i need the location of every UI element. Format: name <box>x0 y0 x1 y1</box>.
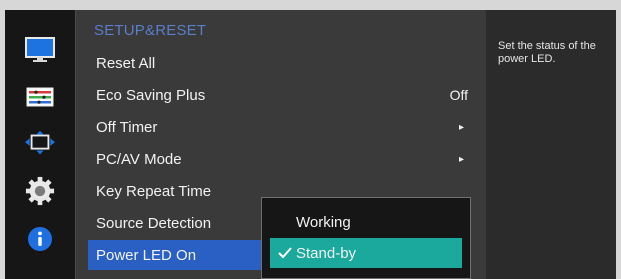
option-working[interactable]: Working <box>270 207 462 237</box>
help-panel: Set the status of the power LED. <box>486 10 616 279</box>
option-label: Stand-by <box>296 244 357 262</box>
menu-title: SETUP&RESET <box>94 22 207 39</box>
help-text: Set the status of the power LED. <box>498 40 596 65</box>
menu-item-label: Reset All <box>96 54 156 72</box>
info-icon[interactable] <box>25 224 55 254</box>
menu-item-power-led-on[interactable]: Power LED On <box>88 240 278 270</box>
menu-item-pc-av-mode[interactable]: PC/AV Mode ▸ <box>76 144 486 174</box>
color-bars-icon[interactable] <box>25 82 55 112</box>
menu-item-eco-saving-plus[interactable]: Eco Saving Plus Off <box>76 80 486 110</box>
power-led-options-popup: Working Stand-by <box>261 197 471 279</box>
checkmark-icon <box>274 247 296 259</box>
gear-icon[interactable] <box>25 176 55 206</box>
menu-item-value: Off <box>449 87 468 103</box>
screen-size-icon[interactable] <box>25 128 55 158</box>
sidebar <box>5 10 75 279</box>
menu-item-label: Power LED On <box>96 246 197 264</box>
menu-item-label: Source Detection <box>96 214 212 232</box>
menu-item-reset-all[interactable]: Reset All <box>76 48 486 78</box>
menu-item-label: PC/AV Mode <box>96 150 182 168</box>
menu-item-label: Off Timer <box>96 118 158 136</box>
menu-item-label: Key Repeat Time <box>96 182 212 200</box>
menu-item-off-timer[interactable]: Off Timer ▸ <box>76 112 486 142</box>
submenu-arrow-icon: ▸ <box>458 153 464 165</box>
submenu-arrow-icon: ▸ <box>458 121 464 133</box>
option-label: Working <box>296 213 351 231</box>
menu-item-label: Eco Saving Plus <box>96 86 206 104</box>
monitor-icon[interactable] <box>25 35 55 65</box>
option-stand-by[interactable]: Stand-by <box>270 238 462 268</box>
